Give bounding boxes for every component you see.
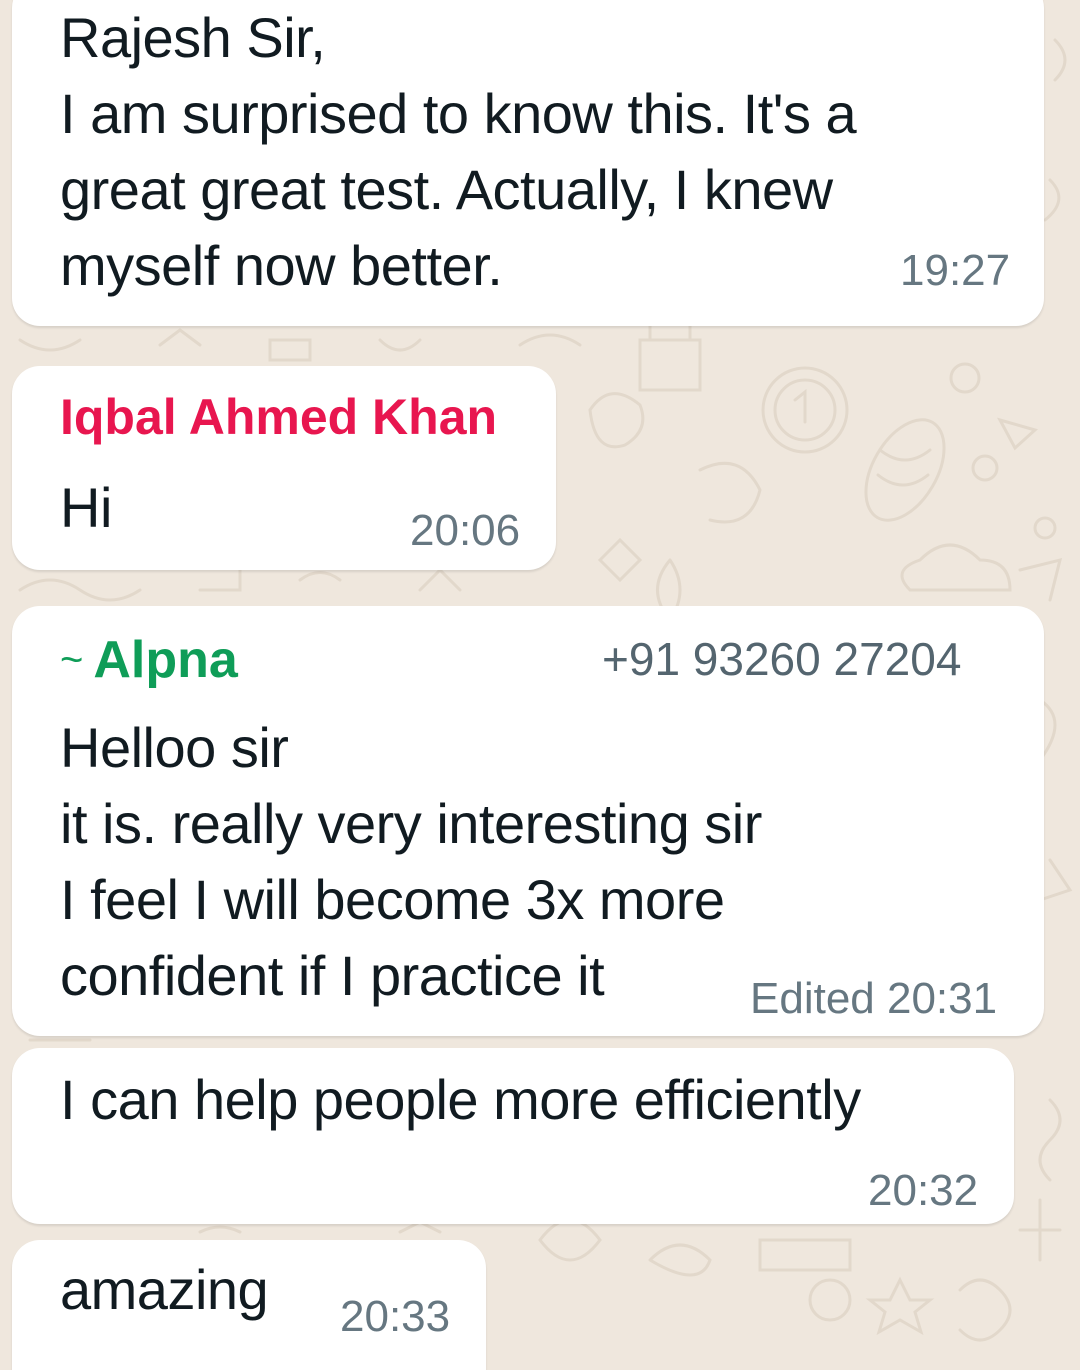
sender-name: Alpna xyxy=(93,631,238,689)
unsaved-contact-tilde: ~ xyxy=(60,638,84,682)
message-timestamp: 20:33 xyxy=(340,1292,451,1341)
message-timestamp: 19:27 xyxy=(900,246,1011,295)
message-bubble[interactable]: Iqbal Ahmed Khan Hi 20:06 xyxy=(12,366,556,570)
message-timestamp: 20:32 xyxy=(868,1166,979,1215)
sender-name-row[interactable]: ~ Alpna xyxy=(60,630,238,690)
sender-name[interactable]: Iqbal Ahmed Khan xyxy=(60,388,497,446)
message-timestamp: 20:06 xyxy=(410,506,521,555)
message-bubble[interactable]: I can help people more efficiently 20:32 xyxy=(12,1048,1014,1224)
message-text: I can help people more efficiently xyxy=(60,1068,861,1131)
message-bubble[interactable]: ~ Alpna +91 93260 27204 Helloo sir it is.… xyxy=(12,606,1044,1036)
message-text: amazing xyxy=(60,1258,269,1321)
message-bubble[interactable]: amazing 20:33 xyxy=(12,1240,486,1370)
sender-phone-number[interactable]: +91 93260 27204 xyxy=(602,632,961,686)
message-text: Rajesh Sir, I am surprised to know this.… xyxy=(60,6,857,297)
message-text: Helloo sir it is. really very interestin… xyxy=(60,716,762,1007)
message-timestamp: Edited 20:31 xyxy=(750,974,998,1023)
message-text: Hi xyxy=(60,476,112,539)
message-bubble[interactable]: Rajesh Sir, I am surprised to know this.… xyxy=(12,0,1044,326)
